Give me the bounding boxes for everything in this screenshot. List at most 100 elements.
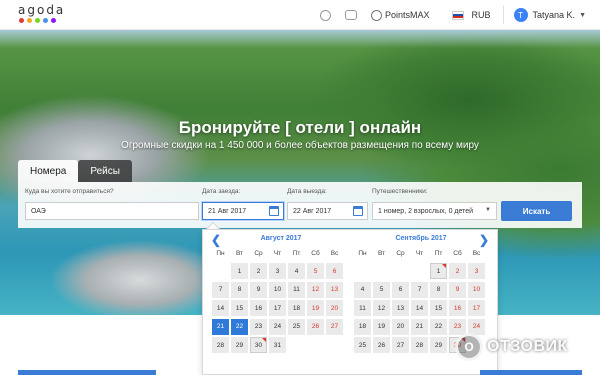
calendar-day[interactable]: 10 xyxy=(468,281,485,298)
calendar-day[interactable]: 19 xyxy=(307,300,324,316)
calendar-day[interactable]: 2 xyxy=(250,263,267,279)
calendar-day[interactable]: 13 xyxy=(326,281,343,298)
weekday-label: Вт xyxy=(377,250,386,257)
chevron-down-icon[interactable]: ▼ xyxy=(579,12,586,19)
calendar-day[interactable]: 30 xyxy=(250,337,267,353)
calendar-day[interactable]: 20 xyxy=(392,318,409,335)
agoda-logo[interactable]: agoda xyxy=(18,3,65,23)
calendar-day[interactable]: 11 xyxy=(288,281,305,298)
calendar-day[interactable]: 8 xyxy=(231,281,248,298)
destination-input[interactable]: ОАЭ xyxy=(25,202,199,220)
calendar-day[interactable]: 3 xyxy=(269,263,286,279)
calendar-day[interactable]: 1 xyxy=(430,263,447,279)
calendar-day[interactable]: 23 xyxy=(250,318,267,335)
calendar-day[interactable]: 14 xyxy=(212,300,229,316)
checkin-field[interactable]: 21 Авг 2017 xyxy=(202,202,284,220)
travelers-select[interactable]: 1 номер, 2 взрослых, 0 детей ▼ xyxy=(372,202,497,220)
logo-dot xyxy=(35,18,40,23)
calendar-day[interactable]: 21 xyxy=(411,318,428,335)
calendar-day[interactable]: 28 xyxy=(212,337,229,353)
calendar-day[interactable]: 25 xyxy=(354,337,371,353)
destination-value: ОАЭ xyxy=(31,207,46,215)
calendar-day[interactable]: 12 xyxy=(373,300,390,316)
calendar-day[interactable]: 29 xyxy=(231,337,248,353)
calendar-day[interactable]: 2 xyxy=(449,263,466,279)
calendar-day[interactable]: 12 xyxy=(307,281,324,298)
user-name[interactable]: Tatyana K. xyxy=(533,10,576,20)
calendar-day[interactable]: 5 xyxy=(373,281,390,298)
weekday-label: Чт xyxy=(273,250,282,257)
calendar-day[interactable]: 4 xyxy=(354,281,371,298)
calendar-day[interactable]: 8 xyxy=(430,281,447,298)
calendar-day[interactable]: 3 xyxy=(468,263,485,279)
calendar-day[interactable]: 7 xyxy=(411,281,428,298)
calendar-day[interactable]: 10 xyxy=(269,281,286,298)
logo-dots xyxy=(19,18,65,23)
weekday-label: Пт xyxy=(434,250,443,257)
calendar-day[interactable]: 17 xyxy=(468,300,485,316)
avatar[interactable]: T xyxy=(513,8,528,22)
calendar-day[interactable]: 22 xyxy=(430,318,447,335)
calendar-day[interactable]: 11 xyxy=(354,300,371,316)
pointsmax-icon[interactable] xyxy=(370,9,382,21)
calendar-day[interactable]: 16 xyxy=(449,300,466,316)
calendar-day[interactable]: 25 xyxy=(288,318,305,335)
calendar-day[interactable]: 9 xyxy=(449,281,466,298)
checkout-label: Дата выезда: xyxy=(287,188,327,195)
agoda-page: agoda PointsMAX RUB T Tatyana K. ▼ Брони… xyxy=(0,0,600,375)
calendar-icon[interactable] xyxy=(269,206,279,216)
otzovik-watermark: O ОТЗОВИК xyxy=(455,333,568,361)
logo-dot xyxy=(27,18,32,23)
wallet-icon[interactable] xyxy=(344,10,357,20)
calendar-day[interactable]: 19 xyxy=(373,318,390,335)
hero-title: Бронируйте [ отели ] онлайн xyxy=(178,118,422,137)
calendar-day[interactable]: 14 xyxy=(411,300,428,316)
calendar-day[interactable]: 29 xyxy=(430,337,447,353)
date-picker: ❮ ❯ Август 2017 Сентябрь 2017 Пн Вт Ср Чт Пт… xyxy=(202,229,498,375)
calendar-day[interactable]: 6 xyxy=(392,281,409,298)
tab-flights[interactable]: Рейсы xyxy=(78,160,132,182)
checkout-field[interactable]: 22 Авг 2017 xyxy=(287,202,368,220)
calendar-day[interactable]: 31 xyxy=(269,337,286,353)
calendar-day[interactable]: 24 xyxy=(269,318,286,335)
search-button[interactable]: Искать xyxy=(501,201,572,221)
calendar-day[interactable]: 18 xyxy=(288,300,305,316)
calendar-day[interactable]: 7 xyxy=(212,281,229,298)
calendar-day[interactable]: 27 xyxy=(326,318,343,335)
calendar-day[interactable]: 6 xyxy=(326,263,343,279)
calendar-day[interactable]: 1 xyxy=(231,263,248,279)
chat-icon[interactable] xyxy=(319,9,331,21)
calendar-day[interactable]: 26 xyxy=(373,337,390,353)
calendar-day[interactable]: 28 xyxy=(411,337,428,353)
calendar-day[interactable]: 15 xyxy=(231,300,248,316)
calendar-day[interactable]: 13 xyxy=(392,300,409,316)
travelers-label: Путешественники: xyxy=(372,188,428,195)
currency-selector[interactable]: RUB xyxy=(472,10,491,20)
calendar-day[interactable]: 22 xyxy=(231,318,248,335)
calendar-day[interactable]: 26 xyxy=(307,318,324,335)
logo-dot xyxy=(43,18,48,23)
calendar-day[interactable]: 16 xyxy=(250,300,267,316)
calendar-day[interactable]: 20 xyxy=(326,300,343,316)
calendar-day[interactable]: 5 xyxy=(307,263,324,279)
russia-flag-icon[interactable] xyxy=(451,10,464,20)
logo-dot xyxy=(19,18,24,23)
search-panel: Куда вы хотите отправиться? ОАЭ Дата зае… xyxy=(18,182,582,228)
calendar-day[interactable]: 4 xyxy=(288,263,305,279)
calendar-day[interactable]: 17 xyxy=(269,300,286,316)
calendar-day[interactable]: 21 xyxy=(212,318,229,335)
calendar-day[interactable]: 18 xyxy=(354,318,371,335)
weekday-label: Чт xyxy=(415,250,424,257)
checkin-value: 21 Авг 2017 xyxy=(208,207,247,215)
bottom-accent-bar xyxy=(480,370,582,375)
tab-rooms[interactable]: Номера xyxy=(18,160,79,182)
calendar-day[interactable]: 27 xyxy=(392,337,409,353)
pointsmax-link[interactable]: PointsMAX xyxy=(385,10,430,20)
calendar-icon[interactable] xyxy=(353,206,363,216)
weekday-label: Вс xyxy=(472,250,481,257)
header-divider xyxy=(502,6,504,24)
calendar-day[interactable]: 9 xyxy=(250,281,267,298)
calendar-day[interactable]: 15 xyxy=(430,300,447,316)
weekday-label: Пт xyxy=(292,250,301,257)
weekday-label: Сб xyxy=(453,250,462,257)
